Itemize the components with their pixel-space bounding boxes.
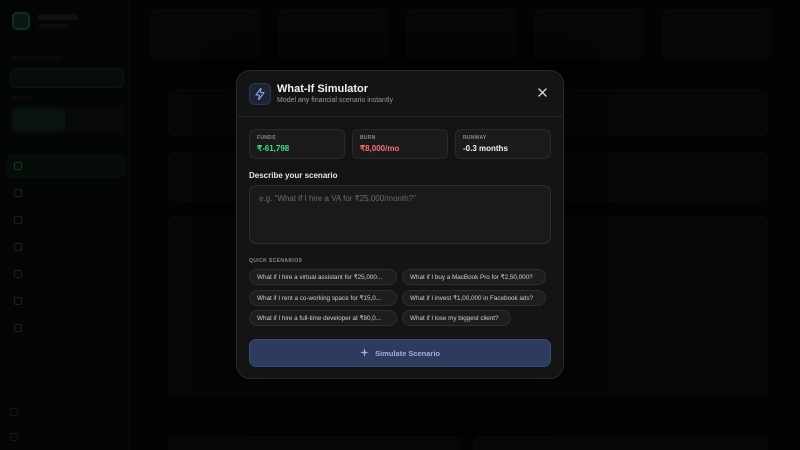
modal-header: What-If Simulator Model any financial sc…	[237, 71, 563, 117]
quick-scenario-chip[interactable]: What if I invest ₹1,00,000 in Facebook a…	[402, 290, 546, 306]
quick-scenario-chip[interactable]: What if I rent a co-working space for ₹1…	[249, 290, 397, 306]
metric-label: BURN	[360, 135, 376, 141]
quick-scenarios-label: QUICK SCENARIOS	[249, 258, 303, 264]
metric-value: ₹8,000/mo	[360, 144, 400, 153]
close-icon[interactable]	[535, 85, 549, 99]
metric-value: ₹-61,798	[257, 144, 290, 153]
simulate-scenario-button[interactable]: Simulate Scenario	[249, 339, 551, 367]
modal-title: What-If Simulator	[277, 83, 369, 95]
quick-scenario-chip[interactable]: What if I hire a full-time developer at …	[249, 310, 397, 326]
runway-metric: RUNWAY -0.3 months	[455, 129, 551, 159]
metric-label: FUNDS	[257, 135, 276, 141]
metric-label: RUNWAY	[463, 135, 487, 141]
quick-scenario-chip[interactable]: What if I buy a MacBook Pro for ₹2,50,00…	[402, 269, 546, 285]
metric-value: -0.3 months	[463, 144, 508, 153]
simulate-button-label: Simulate Scenario	[374, 348, 441, 358]
funds-metric: FUNDS ₹-61,798	[249, 129, 345, 159]
scenario-input[interactable]	[249, 185, 551, 244]
lightning-icon	[249, 83, 271, 105]
scenario-input-label: Describe your scenario	[249, 171, 338, 180]
burn-metric: BURN ₹8,000/mo	[352, 129, 448, 159]
sparkle-icon	[359, 344, 369, 362]
quick-scenario-chip[interactable]: What if I hire a virtual assistant for ₹…	[249, 269, 397, 285]
quick-scenario-chip[interactable]: What if I lose my biggest client?	[402, 310, 511, 326]
what-if-simulator-modal: What-If Simulator Model any financial sc…	[236, 70, 564, 379]
modal-subtitle: Model any financial scenario instantly	[277, 97, 393, 104]
